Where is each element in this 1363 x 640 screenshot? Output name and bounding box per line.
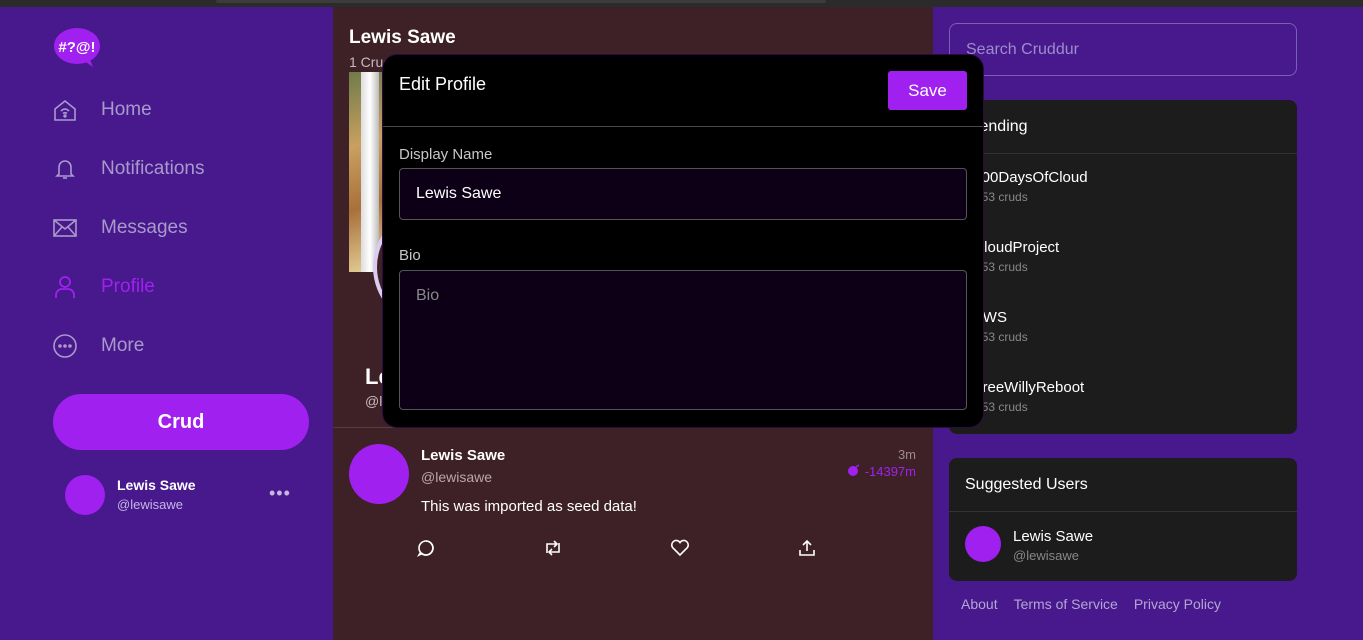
post-author-handle[interactable]: @lewisawe [421,469,492,485]
suggested-user-handle: @lewisawe [1013,548,1079,563]
avatar[interactable] [349,444,409,504]
about-link[interactable]: About [961,596,998,612]
nav-item-more[interactable]: More [53,326,144,366]
bio-label: Bio [399,247,421,264]
avatar [65,475,105,515]
repost-button[interactable] [541,538,565,562]
avatar [965,526,1001,562]
nav-item-profile[interactable]: Profile [53,267,155,307]
more-circle-icon [53,334,77,358]
terms-link[interactable]: Terms of Service [1014,596,1118,612]
bell-icon [53,157,77,181]
share-button[interactable] [795,538,819,562]
display-name-label: Display Name [399,146,493,163]
svg-text:#?@!: #?@! [58,39,95,56]
nav-item-notifications[interactable]: Notifications [53,149,205,189]
nav-label-home: Home [101,99,152,120]
reply-icon [416,539,435,562]
bomb-icon [847,464,861,479]
like-button[interactable] [668,538,692,562]
reply-button[interactable] [414,538,438,562]
edit-profile-modal: Edit Profile Save Display Name Bio [383,55,983,427]
modal-title: Edit Profile [399,74,487,94]
save-button[interactable]: Save [888,71,967,110]
suggested-users-title: Suggested Users [949,458,1297,512]
trending-count: 2,053 cruds [965,190,1028,204]
cruddur-logo-icon[interactable]: #?@! [53,27,101,67]
modal-divider [383,126,983,127]
post-time: 3m [897,447,916,462]
share-icon [798,539,816,562]
nav-label-more: More [101,335,145,356]
post-message: This was imported as seed data! [421,498,637,515]
right-sidebar: Trending #100DaysOfCloud 2,053 cruds #Cl… [933,7,1363,640]
user-more-button[interactable]: ••• [269,483,291,504]
left-sidebar: #?@! Home Notifications Messages Profile… [0,7,333,640]
footer-links: About Terms of Service Privacy Policy [961,596,1221,612]
browser-top-bar [0,0,1363,7]
nav-item-home[interactable]: Home [53,90,152,130]
heart-icon [670,539,690,562]
suggested-users-section: Suggested Users Lewis Sawe @lewisawe [949,458,1297,581]
current-user[interactable]: Lewis Sawe @lewisawe ••• [65,475,305,515]
user-icon [53,275,77,299]
privacy-link[interactable]: Privacy Policy [1134,596,1221,612]
post-expires: -14397m [847,464,916,479]
trending-title: Trending [949,100,1297,154]
envelope-icon [53,216,77,240]
nav-item-messages[interactable]: Messages [53,208,188,248]
nav-label-notifications: Notifications [101,158,205,179]
horizontal-scrollbar[interactable] [216,0,826,3]
home-icon [53,98,77,122]
current-user-handle: @lewisawe [117,497,183,512]
trending-section: Trending #100DaysOfCloud 2,053 cruds #Cl… [949,100,1297,434]
repost-icon [543,539,563,562]
profile-handle: @l [365,393,383,409]
bio-field[interactable] [399,270,967,410]
current-user-name: Lewis Sawe [117,477,196,493]
post-expires-text: -14397m [864,464,916,479]
nav-label-messages: Messages [101,217,188,238]
activity-item[interactable]: Lewis Sawe @lewisawe 3m -14397m This was… [333,428,933,578]
post-author-name[interactable]: Lewis Sawe [421,447,505,464]
suggested-user-name: Lewis Sawe [1013,528,1094,545]
trending-item[interactable]: #100DaysOfCloud 2,053 cruds [965,169,1088,225]
display-name-field[interactable] [399,168,967,220]
trending-tag: #100DaysOfCloud [965,169,1088,186]
profile-header-name: Lewis Sawe [349,27,456,48]
crud-button[interactable]: Crud [53,394,309,450]
search-input[interactable] [949,23,1297,76]
nav-label-profile: Profile [101,276,155,297]
